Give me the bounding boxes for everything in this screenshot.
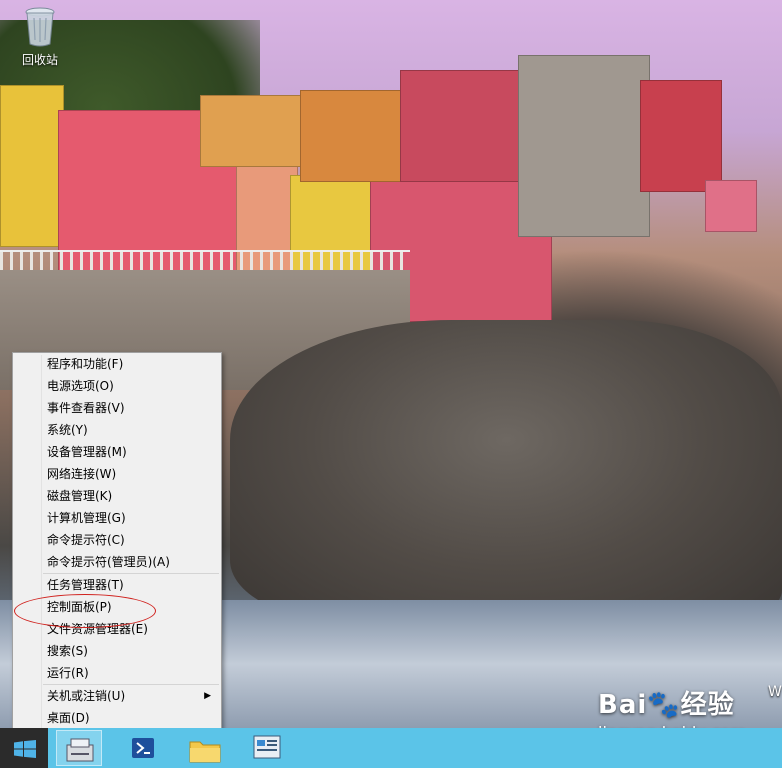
file-explorer-icon [189, 741, 221, 763]
menu-command-prompt[interactable]: 命令提示符(C) [13, 529, 221, 551]
menu-item-label: 命令提示符(管理员)(A) [47, 555, 170, 569]
menu-item-label: 任务管理器(T) [47, 578, 124, 592]
menu-item-label: 计算机管理(G) [47, 511, 126, 525]
menu-item-label: 事件查看器(V) [47, 401, 125, 415]
menu-programs-features[interactable]: 程序和功能(F) [13, 353, 221, 375]
menu-item-label: 运行(R) [47, 666, 89, 680]
menu-item-label: 关机或注销(U) [47, 689, 126, 703]
recycle-bin-shortcut[interactable]: 回收站 [14, 6, 66, 68]
menu-task-manager[interactable]: 任务管理器(T) [13, 574, 221, 596]
menu-event-viewer[interactable]: 事件查看器(V) [13, 397, 221, 419]
wallpaper-building [0, 85, 64, 247]
menu-item-label: 搜索(S) [47, 644, 88, 658]
taskbar-powershell-button[interactable] [120, 730, 166, 766]
watermark-partial-text: W [768, 684, 782, 700]
wallpaper-building [200, 95, 302, 167]
wallpaper-building [705, 180, 757, 232]
recycle-bin-icon [24, 6, 56, 48]
server-manager-icon [66, 738, 94, 762]
menu-item-label: 网络连接(W) [47, 467, 117, 481]
taskbar-server-manager-button[interactable] [56, 730, 102, 766]
recycle-bin-label: 回收站 [21, 53, 58, 67]
menu-item-label: 磁盘管理(K) [47, 489, 113, 503]
menu-desktop[interactable]: 桌面(D) [13, 707, 221, 729]
wallpaper-cliff [230, 320, 782, 620]
menu-item-label: 命令提示符(C) [47, 533, 125, 547]
menu-item-label: 设备管理器(M) [47, 445, 127, 459]
taskbar [0, 728, 782, 768]
winx-context-menu: 程序和功能(F) 电源选项(O) 事件查看器(V) 系统(Y) 设备管理器(M) 网络连接… [12, 352, 222, 740]
menu-disk-management[interactable]: 磁盘管理(K) [13, 485, 221, 507]
menu-network-connections[interactable]: 网络连接(W) [13, 463, 221, 485]
taskbar-control-panel-button[interactable] [244, 730, 290, 766]
submenu-arrow-icon: ▶ [204, 691, 211, 701]
menu-computer-management[interactable]: 计算机管理(G) [13, 507, 221, 529]
menu-system[interactable]: 系统(Y) [13, 419, 221, 441]
menu-item-label: 系统(Y) [47, 423, 88, 437]
menu-power-options[interactable]: 电源选项(O) [13, 375, 221, 397]
taskbar-file-explorer-button[interactable] [182, 730, 228, 766]
menu-item-label: 程序和功能(F) [47, 357, 124, 371]
menu-shutdown-signout[interactable]: 关机或注销(U) ▶ [13, 685, 221, 707]
windows-logo-icon [14, 740, 36, 758]
menu-command-prompt-admin[interactable]: 命令提示符(管理员)(A) [13, 551, 221, 573]
control-panel-icon [253, 735, 281, 759]
wallpaper-building [640, 80, 722, 192]
menu-item-label: 桌面(D) [47, 711, 90, 725]
powershell-icon [132, 738, 154, 758]
wallpaper-tower [518, 55, 650, 237]
wallpaper-building [400, 70, 522, 182]
menu-search[interactable]: 搜索(S) [13, 640, 221, 662]
menu-device-manager[interactable]: 设备管理器(M) [13, 441, 221, 463]
menu-run[interactable]: 运行(R) [13, 662, 221, 684]
menu-item-label: 电源选项(O) [47, 379, 114, 393]
start-button[interactable] [0, 728, 48, 768]
wallpaper-building [300, 90, 402, 182]
highlight-circle [14, 594, 156, 628]
watermark-logo: Bai🐾经验 [598, 690, 735, 720]
